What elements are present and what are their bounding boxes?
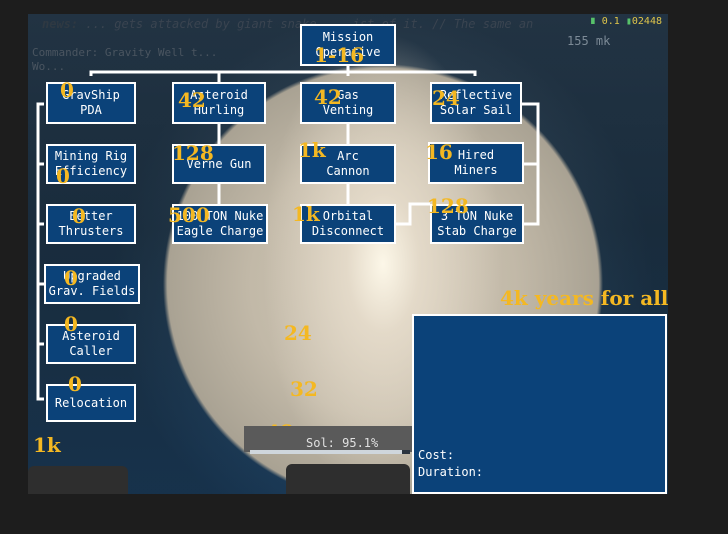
- annotation-hurling-cost: 42: [178, 88, 206, 112]
- annotation-mid-1: 24: [284, 321, 312, 345]
- annotation-caller-cost: 0: [64, 312, 78, 336]
- game-viewport: news: ... gets attacked by giant snake .…: [28, 14, 668, 494]
- connector-right-bracket-upper: [522, 102, 540, 166]
- annotation-bottom-left: 1k: [33, 433, 61, 457]
- annotation-root-cost: 1-16: [314, 43, 365, 67]
- ground-rock-center: [286, 464, 410, 494]
- tech-node-relocation[interactable]: Relocation: [46, 384, 136, 422]
- tech-node-asteroid-caller[interactable]: Asteroid Caller: [46, 324, 136, 364]
- annotation-years-note: 4k years for all: [500, 286, 668, 310]
- annotation-orbital-cost: 1k: [292, 202, 320, 226]
- tech-node-upgraded-grav-fields[interactable]: Upgraded Grav. Fields: [44, 264, 140, 304]
- annotation-gas-cost: 42: [314, 85, 342, 109]
- annotation-relocation-cost: 0: [68, 372, 82, 396]
- annotation-eagle-cost: 500: [168, 203, 210, 227]
- annotation-gravship-cost: 0: [60, 78, 74, 102]
- annotation-solar-cost: 24: [432, 86, 460, 110]
- annotation-miners-cost: 16: [425, 140, 453, 164]
- annotation-gravfields-cost: 0: [64, 266, 78, 290]
- connector-right-bracket-lower: [522, 162, 540, 226]
- sol-progress-panel: Sol: 95.1%: [244, 426, 414, 454]
- connector-left-bracket: [36, 102, 44, 401]
- annotation-stab-cost: 128: [427, 194, 469, 218]
- annotation-arc-cost: 1k: [298, 138, 326, 162]
- annotation-thrusters-cost: 0: [72, 204, 86, 228]
- connector-orbital-stab: [394, 202, 430, 226]
- cost-label: Cost:: [418, 448, 455, 462]
- connector-root-row: [89, 70, 477, 76]
- sol-label: Sol: 95.1%: [306, 436, 379, 450]
- annotation-mining-cost: 0: [56, 164, 70, 188]
- ground-rock-left: [28, 466, 128, 494]
- tech-info-panel: Cost: Duration:: [412, 314, 667, 494]
- duration-label: Duration:: [418, 465, 484, 479]
- annotation-verne-cost: 128: [172, 141, 214, 165]
- sol-progress-track: [250, 450, 410, 454]
- sol-progress-fill: [250, 450, 403, 454]
- annotation-mid-2: 32: [290, 377, 318, 401]
- tech-node-better-thrusters[interactable]: Better Thrusters: [46, 204, 136, 244]
